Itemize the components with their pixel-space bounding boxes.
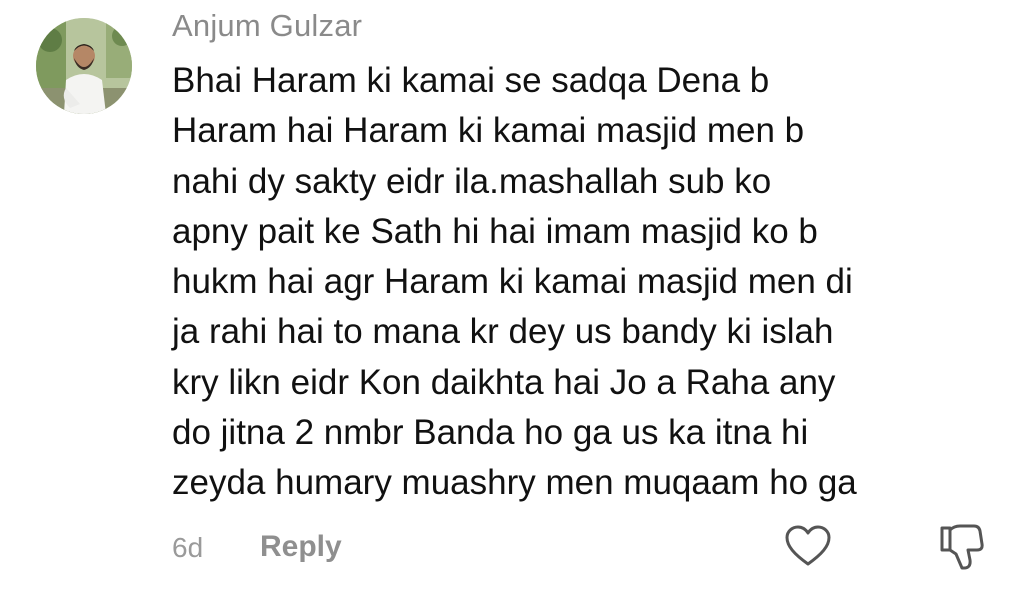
comment-text-line: hukm hai agr Haram ki kamai masjid men d… xyxy=(172,262,853,302)
dislike-button[interactable] xyxy=(938,522,984,572)
comment-timestamp: 6d xyxy=(172,532,204,563)
comment-text-line: Haram hai Haram ki kamai masjid men b xyxy=(172,111,805,151)
comment-item: Anjum Gulzar Bhai Haram ki kamai se sadq… xyxy=(0,0,1024,603)
comment-text-line: apny pait ke Sath hi hai imam masjid ko … xyxy=(172,211,818,251)
comment-text-line: Bhai Haram ki kamai se sadqa Dena b xyxy=(172,61,770,100)
comment-text-line: kry likn eidr Kon daikhta hai Jo a Raha … xyxy=(172,362,836,402)
comment-text-line: ja rahi hai to mana kr dey us bandy ki i… xyxy=(172,312,834,352)
comment-text-line: nahi dy sakty eidr ila.mashallah sub ko xyxy=(172,161,772,201)
thumbs-down-icon xyxy=(940,524,984,570)
avatar[interactable] xyxy=(36,18,132,114)
comment-text-line: zeyda humary muashry men muqaam ho ga xyxy=(172,463,857,503)
comment-actions: 6d Reply xyxy=(172,524,992,570)
comment-username[interactable]: Anjum Gulzar xyxy=(172,8,362,44)
comment-text: Bhai Haram ki kamai se sadqa Dena b Hara… xyxy=(172,56,1007,509)
comment-text-line: do jitna 2 nmbr Banda ho ga us ka itna h… xyxy=(172,413,809,453)
like-button[interactable] xyxy=(784,524,832,568)
heart-icon xyxy=(785,525,831,566)
user-avatar-photo xyxy=(36,18,132,114)
reply-button[interactable]: Reply xyxy=(260,530,342,564)
